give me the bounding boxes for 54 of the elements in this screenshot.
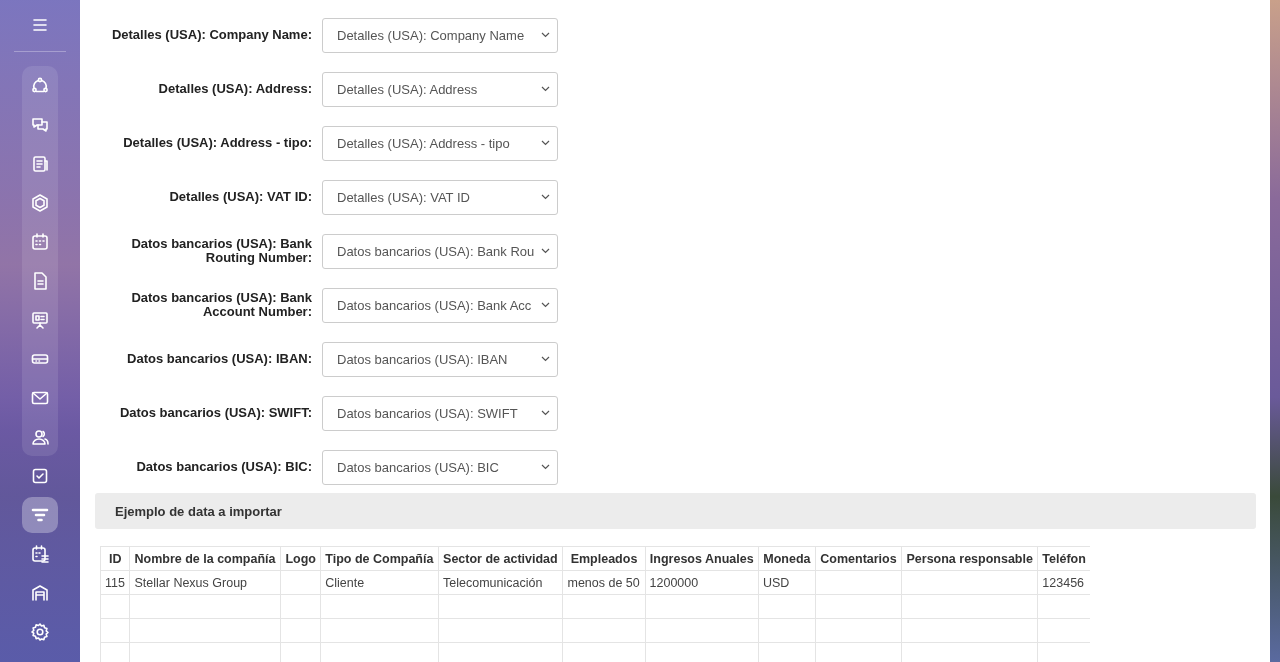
table-cell: Telecomunicación <box>438 570 563 595</box>
column-header: Logo <box>280 546 321 571</box>
table-cell: menos de 50 <box>562 570 646 595</box>
sidebar-item[interactable] <box>22 496 58 533</box>
table-cell: USD <box>758 570 816 595</box>
column-dropdown[interactable]: Datos bancarios (USA): IBAN <box>322 341 558 377</box>
column-header: Persona responsable <box>901 546 1038 571</box>
column-header: Comentarios <box>815 546 902 571</box>
column-header: Tipo de Compañía <box>320 546 439 571</box>
newspaper-icon <box>30 153 50 174</box>
chevron-down-icon <box>541 194 550 200</box>
hexagon-icon <box>30 192 50 213</box>
column-header: Teléfon <box>1037 546 1090 571</box>
field-label: Datos bancarios (USA): IBAN: <box>126 352 312 366</box>
chevron-down-icon <box>541 86 550 92</box>
column-dropdown[interactable]: Datos bancarios (USA): Bank Rou <box>322 233 558 269</box>
column-dropdown[interactable]: Detalles (USA): VAT ID <box>322 179 558 215</box>
calendar-list-icon <box>30 543 50 564</box>
column-header: Sector de actividad <box>438 546 563 571</box>
chevron-down-icon <box>541 410 550 416</box>
column-header: Ingresos Anuales <box>645 546 759 571</box>
chevron-down-icon <box>541 248 550 254</box>
chevron-down-icon <box>541 302 550 308</box>
chevron-down-icon <box>541 356 550 362</box>
chevron-down-icon <box>541 140 550 146</box>
table-cell: 115 <box>100 570 130 595</box>
field-label: Detalles (USA): Company Name: <box>110 28 312 42</box>
column-dropdown[interactable]: Detalles (USA): Address <box>322 71 558 107</box>
settings-icon <box>30 621 50 642</box>
chevron-down-icon <box>541 32 550 38</box>
field-label: Detalles (USA): Address - tipo: <box>122 136 312 150</box>
column-header: Moneda <box>758 546 816 571</box>
table-cell: Stellar Nexus Group <box>130 570 281 595</box>
column-header: ID <box>100 546 130 571</box>
field-label: Datos bancarios (USA): Bank Routing Number: <box>130 237 312 265</box>
column-dropdown[interactable]: Detalles (USA): Company Name <box>322 17 558 53</box>
field-label: Detalles (USA): Address: <box>157 82 312 96</box>
field-label: Datos bancarios (USA): BIC: <box>135 460 312 474</box>
column-header: Nombre de la compañía <box>130 546 281 571</box>
presentation-icon <box>30 309 50 330</box>
section-header: Ejemplo de data a importar <box>95 493 1256 529</box>
column-dropdown[interactable]: Datos bancarios (USA): SWIFT <box>322 395 558 431</box>
table-cell: Cliente <box>320 570 439 595</box>
table-cell: 1200000 <box>645 570 759 595</box>
column-dropdown[interactable]: Detalles (USA): Address - tipo <box>322 125 558 161</box>
field-label: Detalles (USA): VAT ID: <box>168 190 312 204</box>
field-label: Datos bancarios (USA): Bank Account Number: <box>130 291 312 319</box>
column-header: Empleados <box>562 546 646 571</box>
chevron-down-icon <box>541 464 550 470</box>
column-dropdown[interactable]: Datos bancarios (USA): BIC <box>322 449 558 485</box>
column-dropdown[interactable]: Datos bancarios (USA): Bank Acc <box>322 287 558 323</box>
calendar-icon <box>30 231 50 252</box>
garage-icon <box>30 582 50 603</box>
field-label: Datos bancarios (USA): SWIFT: <box>118 406 312 420</box>
